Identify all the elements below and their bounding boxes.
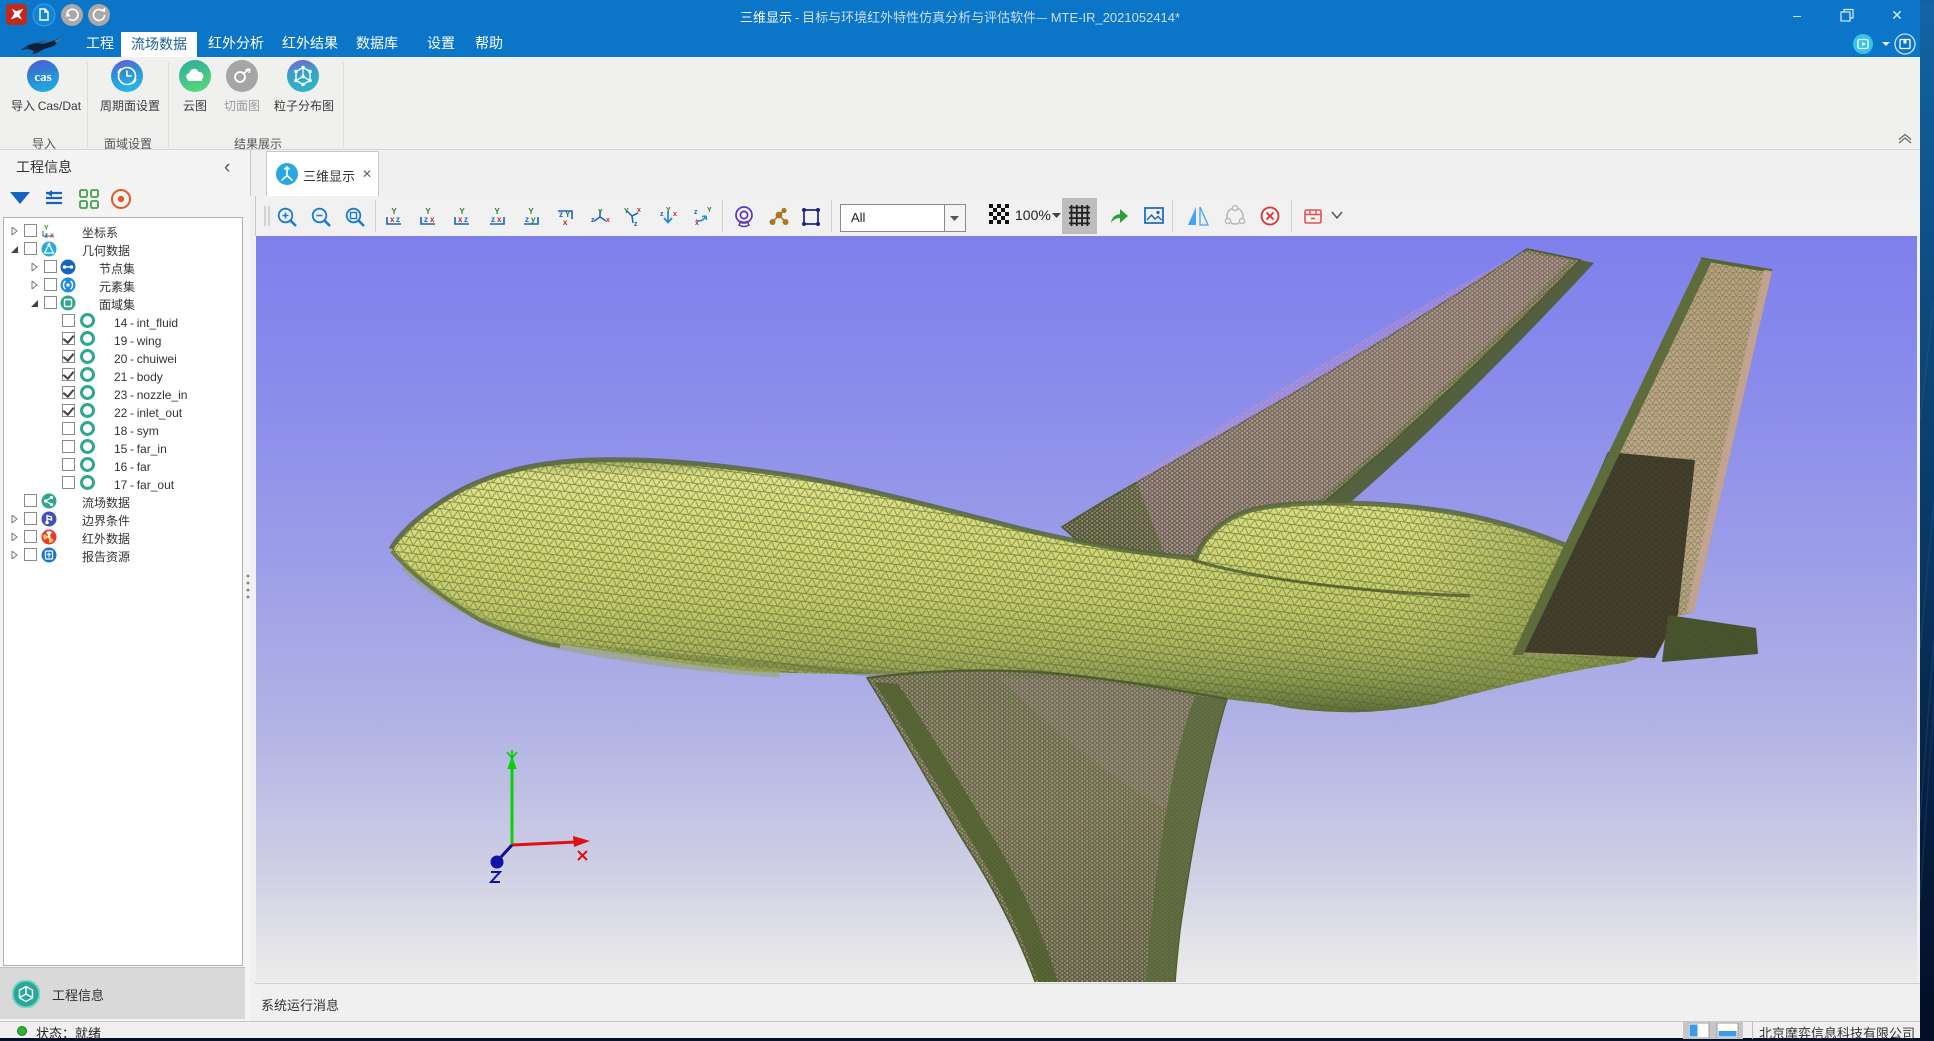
svg-text:x: x (563, 218, 568, 227)
svg-text:x: x (50, 233, 54, 240)
svg-text:x: x (695, 220, 699, 227)
svg-text:Y: Y (707, 207, 712, 214)
svg-text:x: x (637, 207, 641, 214)
svg-text:z: z (464, 215, 468, 224)
svg-text:y: y (531, 215, 536, 224)
svg-text:z: z (491, 215, 495, 224)
svg-text:z: z (660, 211, 664, 218)
svg-text:x: x (673, 211, 677, 218)
svg-text:z: z (525, 215, 529, 224)
svg-text:x: x (606, 217, 610, 224)
svg-text:x: x (430, 215, 435, 224)
svg-text:z: z (694, 209, 698, 216)
svg-text:z: z (591, 217, 595, 224)
svg-text:z: z (45, 233, 49, 240)
svg-text:x: x (390, 215, 395, 224)
svg-text:z: z (424, 215, 428, 224)
svg-text:z: z (396, 215, 400, 224)
svg-text:cas: cas (34, 69, 51, 84)
svg-text:z: z (634, 221, 638, 228)
svg-text:Y: Y (624, 208, 629, 215)
svg-text:Y: Y (598, 209, 603, 216)
svg-text:x: x (497, 215, 502, 224)
svg-text:Y: Y (44, 225, 49, 232)
svg-text:Y: Y (666, 207, 671, 214)
svg-text:x: x (458, 215, 463, 224)
